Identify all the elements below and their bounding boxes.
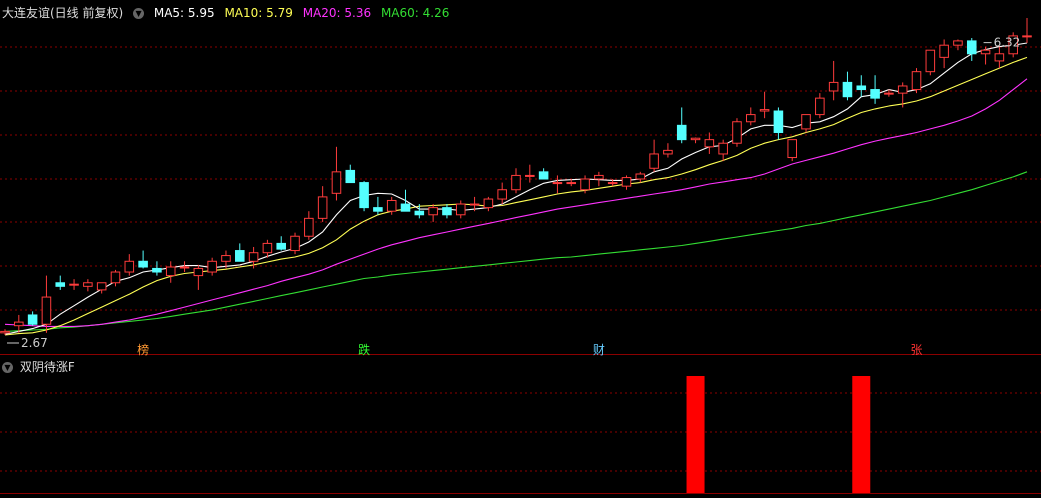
candle-body: [207, 260, 217, 273]
candle-body: [538, 171, 549, 180]
candle-body: [566, 182, 577, 185]
candle-body: [386, 199, 397, 212]
candle-body: [400, 203, 411, 212]
candle-body: [497, 189, 507, 200]
candle-body: [469, 203, 480, 206]
candle-body: [359, 182, 369, 209]
candle-body: [856, 85, 867, 91]
candle-body: [718, 142, 728, 155]
candle-body: [980, 49, 991, 55]
candle-body: [55, 282, 66, 287]
candle-body: [14, 321, 24, 327]
candle-body: [746, 114, 756, 123]
candle-body: [690, 137, 701, 141]
candle-body: [552, 182, 563, 185]
candle-body: [193, 267, 204, 277]
candle-body: [773, 110, 784, 133]
stock-chart: 2.67 6.32: [0, 0, 1041, 498]
candle-body: [304, 217, 314, 237]
candle-body: [911, 71, 922, 91]
signal-flag: 榜: [137, 343, 150, 357]
candle-body: [966, 40, 977, 55]
candle-body: [759, 109, 770, 112]
candle-body: [110, 271, 121, 284]
candle-body: [884, 92, 894, 95]
candle-body: [649, 153, 659, 169]
candle-body: [483, 198, 494, 209]
candle-body: [373, 207, 383, 212]
candle-body: [621, 177, 632, 187]
candle-body: [635, 173, 646, 180]
candle-body: [828, 81, 839, 92]
candle-body: [179, 266, 190, 269]
candle-body: [815, 97, 825, 116]
candle-body: [235, 250, 245, 262]
candle-body: [953, 40, 963, 46]
indicator-header: ▼ 双阴待涨F: [2, 358, 75, 375]
stock-title: 大连友谊(日线 前复权): [2, 6, 124, 20]
candle-body: [276, 242, 286, 250]
candle-body: [842, 81, 853, 98]
ma60-legend: MA60: 4.26: [380, 6, 450, 20]
candle-body: [83, 282, 93, 287]
candle-body: [138, 260, 148, 268]
candle-body: [787, 139, 797, 159]
candle-body: [331, 171, 342, 194]
indicator-bar: [686, 376, 705, 493]
candle-body: [704, 139, 715, 148]
signal-flag: 财: [592, 343, 605, 357]
chevron-down-icon[interactable]: ▼: [2, 362, 13, 373]
candle-body: [994, 53, 1005, 62]
candle-body: [0, 330, 10, 334]
low-price-label: 2.67: [21, 336, 48, 350]
indicator-title: 双阴待涨F: [19, 360, 75, 374]
indicator-bar: [852, 376, 871, 493]
ma10-legend: MA10: 5.79: [224, 6, 293, 20]
candle-body: [594, 174, 604, 180]
chevron-down-icon[interactable]: ▼: [133, 8, 145, 19]
high-price-label: 6.32: [994, 36, 1021, 50]
candle-body: [1022, 35, 1032, 38]
candle-body: [663, 149, 673, 155]
candle-body: [152, 267, 162, 273]
candle-body: [925, 49, 936, 73]
ma20-legend: MA20: 5.36: [302, 6, 372, 20]
candle-body: [317, 196, 328, 219]
candle-body: [676, 124, 687, 141]
candle-body: [442, 207, 452, 216]
candle-body: [345, 169, 356, 184]
candle-body: [580, 178, 590, 191]
ma5-legend: MA5: 5.95: [153, 6, 215, 20]
candle-body: [165, 266, 176, 277]
candle-body: [455, 203, 466, 216]
candle-body: [124, 260, 135, 273]
candle-body: [41, 296, 52, 325]
candle-body: [69, 283, 79, 286]
candle-body: [262, 242, 273, 254]
candle-body: [221, 255, 231, 262]
chart-header: 大连友谊(日线 前复权) ▼ MA5: 5.95 MA10: 5.79 MA20…: [2, 4, 455, 21]
candle-body: [870, 89, 880, 99]
candle-body: [511, 174, 521, 191]
candle-body: [96, 282, 107, 291]
signal-flag: 跌: [358, 343, 371, 357]
candle-body: [248, 252, 259, 262]
candle-body: [732, 121, 742, 144]
candle-body: [607, 182, 618, 185]
candle-body: [939, 44, 949, 58]
signal-flag: 张: [910, 343, 923, 357]
candle-body: [428, 207, 438, 216]
candle-body: [897, 85, 908, 94]
candle-body: [27, 314, 38, 325]
candle-body: [290, 235, 300, 252]
candle-body: [414, 210, 425, 216]
candle-body: [801, 114, 811, 130]
candle-body: [525, 174, 535, 177]
